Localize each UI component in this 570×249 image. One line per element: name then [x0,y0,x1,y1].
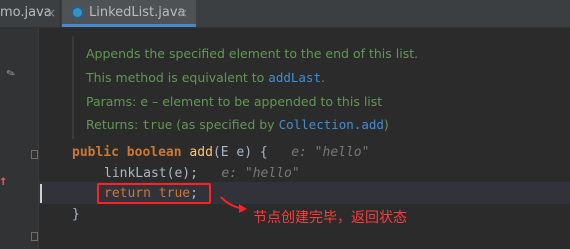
javadoc-link-addlast[interactable]: addLast [268,70,321,85]
javadoc-params: Params: e – element to be appended to th… [86,94,383,109]
annotation-text: 节点创建完毕，返回状态 [253,210,407,226]
code-line-close-brace: } [72,207,80,222]
code-line-signature: public boolean add(E e) { e: "hello" [72,145,370,160]
inline-debug-hint: e: "hello" [221,166,300,181]
red-arrow-up-icon: ↑ [0,173,8,189]
javadoc-line: This method is equivalent to addLast. [86,70,325,85]
javadoc-returns: Returns: true (as specified by Collectio… [86,117,389,132]
tab-label: LinkedList.java [89,5,186,20]
inline-debug-hint: e: "hello" [291,145,370,160]
tab-label: mo.java [0,5,52,20]
pencil-icon[interactable]: ✎ [5,65,17,82]
text-caret [40,184,42,203]
tab-linkedlist-java[interactable]: LinkedList.java × [62,0,196,27]
red-arrow-icon [220,196,247,213]
javadoc-link-collection-add[interactable]: Collection.add [279,117,384,132]
fold-marker-icon[interactable] [31,150,38,159]
highlight-box [97,183,211,204]
close-icon[interactable]: × [46,0,56,26]
java-class-icon [71,6,84,19]
code-line-linklast: linkLast(e); e: "hello" [104,166,300,181]
method-name: add [189,145,213,160]
close-icon[interactable]: × [178,0,188,26]
editor-tab-bar: mo.java × LinkedList.java × [0,0,570,28]
tab-demo-java[interactable]: mo.java × [0,0,61,27]
editor-gutter: ✎ ↑ [0,28,39,249]
fold-marker-icon[interactable] [31,232,38,241]
javadoc-line: Appends the specified element to the end… [86,46,419,61]
